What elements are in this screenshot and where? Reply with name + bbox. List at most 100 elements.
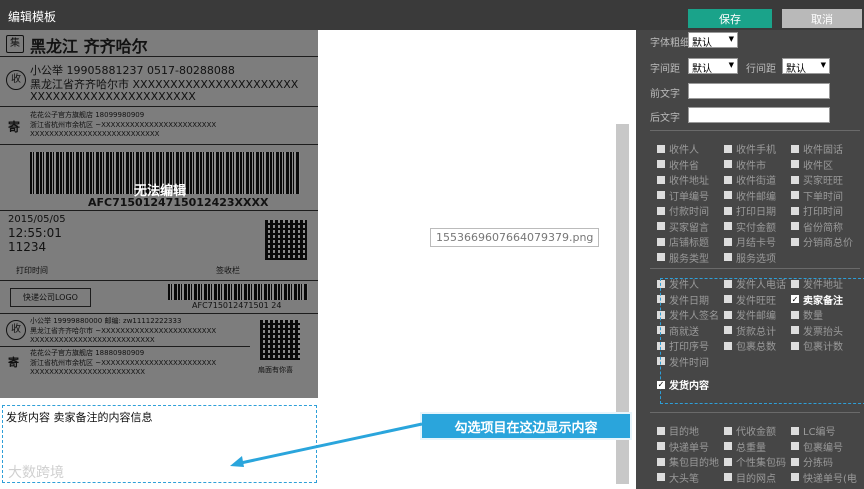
window-title: 编辑模板 (8, 10, 57, 24)
field-checkbox-label: 服务类型 (669, 253, 709, 265)
field-checkbox[interactable]: 代收金额 (724, 423, 776, 438)
field-checkbox[interactable]: 买家留言 (657, 219, 709, 234)
field-checkbox[interactable]: 收件街道 (724, 172, 776, 187)
field-checkbox[interactable]: 大头笔 (657, 470, 699, 485)
checkbox-icon (657, 426, 665, 435)
checkbox-check-icon: ✓ (657, 380, 665, 389)
field-checkbox[interactable]: 订单编号 (657, 188, 709, 203)
field-checkbox[interactable]: 下单时间 (791, 188, 843, 203)
field-checkbox[interactable]: 省份简称 (791, 219, 843, 234)
content-checkbox[interactable]: ✓ 发货内容 (657, 377, 709, 392)
field-checkbox[interactable]: 实付金额 (724, 219, 776, 234)
field-checkbox-label: LC编号 (803, 427, 836, 438)
suffix-text-input[interactable] (688, 107, 830, 123)
field-checkbox-label: 店铺标题 (669, 238, 709, 249)
checkbox-icon (791, 237, 799, 246)
divider (650, 130, 860, 131)
field-checkbox-label: 收件邮编 (736, 191, 776, 203)
field-checkbox[interactable]: 集包目的地 (657, 454, 719, 469)
checkbox-icon (657, 222, 665, 230)
checkbox-icon (657, 144, 665, 153)
checkbox-icon (724, 457, 732, 466)
field-checkbox-label: 收件地址 (669, 176, 709, 187)
field-checkbox[interactable]: 个性集包码 (724, 454, 786, 469)
field-checkbox[interactable]: 分销商总价 (791, 234, 853, 249)
field-checkbox-label: 总重量 (736, 442, 766, 454)
checkbox-icon (724, 175, 732, 184)
save-button[interactable]: 保存 (688, 9, 772, 28)
checkbox-icon (791, 442, 799, 450)
checkbox-icon (791, 191, 799, 199)
no-edit-text: 无法编辑 (134, 184, 187, 199)
field-checkbox[interactable]: 收件市 (724, 157, 766, 172)
checkbox-icon (657, 175, 665, 184)
checkbox-icon (791, 473, 799, 481)
field-checkbox[interactable]: 收件区 (791, 157, 833, 172)
checkbox-icon (724, 206, 732, 215)
field-checkbox[interactable]: 月结卡号 (724, 234, 776, 249)
field-checkbox[interactable]: 收件地址 (657, 172, 709, 187)
checkbox-icon (657, 253, 665, 261)
checkbox-icon (791, 175, 799, 184)
image-filename-tooltip: 1553669607664079379.png (430, 228, 600, 247)
checkbox-icon (724, 237, 732, 246)
field-checkbox[interactable]: 收件固话 (791, 141, 843, 156)
field-checkbox[interactable]: 服务类型 (657, 250, 709, 265)
font-weight-select[interactable]: 默认 (688, 32, 738, 49)
checkbox-icon (657, 160, 665, 168)
field-checkbox-label: 收件街道 (736, 176, 776, 187)
field-checkbox-label: 实付金额 (736, 222, 776, 234)
field-checkbox-label: 收件市 (736, 160, 766, 172)
field-checkbox-label: 包裹编号 (803, 442, 843, 454)
suffix-text-label: 后文字 (650, 113, 680, 124)
field-checkbox-label: 集包目的地 (669, 458, 719, 469)
field-checkbox[interactable]: 快递单号(电 (791, 470, 857, 485)
field-checkbox[interactable]: 收件手机 (724, 141, 776, 156)
field-checkbox-label: 省份简称 (803, 222, 843, 234)
field-checkbox[interactable]: 收件邮编 (724, 188, 776, 203)
field-checkbox[interactable]: 打印时间 (791, 203, 843, 218)
field-checkbox[interactable]: 打印日期 (724, 203, 776, 218)
char-spacing-label: 字间距 (650, 64, 680, 75)
checkbox-icon (724, 160, 732, 168)
checkbox-icon (791, 144, 799, 153)
line-spacing-select[interactable]: 默认 (782, 58, 830, 75)
field-checkbox[interactable]: 目的地 (657, 423, 699, 438)
field-checkbox[interactable]: 服务选项 (724, 250, 776, 265)
field-checkbox[interactable]: 快递单号 (657, 439, 709, 454)
divider (650, 412, 860, 413)
checkbox-icon (724, 144, 732, 153)
field-checkbox[interactable]: 付款时间 (657, 203, 709, 218)
field-checkbox[interactable]: 收件省 (657, 157, 699, 172)
disabled-overlay (0, 30, 318, 398)
field-checkbox-label: 分拣码 (803, 458, 833, 469)
char-spacing-select[interactable]: 默认 (688, 58, 738, 75)
field-checkbox[interactable]: 目的网点 (724, 470, 776, 485)
field-checkbox-label: 收件人 (669, 145, 699, 156)
field-checkbox-label: 收件手机 (736, 145, 776, 156)
callout-banner: 勾选项目在这边显示内容 (420, 412, 632, 440)
checkbox-icon (657, 237, 665, 246)
field-checkbox[interactable]: 包裹编号 (791, 439, 843, 454)
checkbox-icon (724, 426, 732, 435)
field-checkbox[interactable]: 总重量 (724, 439, 766, 454)
field-checkbox[interactable]: 店铺标题 (657, 234, 709, 249)
checkbox-icon (724, 442, 732, 450)
checkbox-icon (657, 473, 665, 481)
checkbox-icon (791, 206, 799, 215)
field-checkbox[interactable]: 买家旺旺 (791, 172, 843, 187)
cancel-button[interactable]: 取消 (782, 9, 862, 28)
checkbox-icon (724, 253, 732, 261)
field-checkbox-label: 付款时间 (669, 207, 709, 218)
field-checkbox-label: 收件省 (669, 160, 699, 172)
field-checkbox[interactable]: LC编号 (791, 423, 836, 438)
prefix-text-input[interactable] (688, 83, 830, 99)
field-checkbox[interactable]: 收件人 (657, 141, 699, 156)
field-checkbox-label: 目的地 (669, 427, 699, 438)
field-checkbox[interactable]: 分拣码 (791, 454, 833, 469)
callout-arrow (230, 422, 423, 467)
field-checkbox-label: 买家留言 (669, 222, 709, 234)
field-checkbox-label: 快递单号(电 (803, 473, 857, 485)
field-checkbox-label: 打印时间 (803, 207, 843, 218)
checkbox-icon (657, 206, 665, 215)
